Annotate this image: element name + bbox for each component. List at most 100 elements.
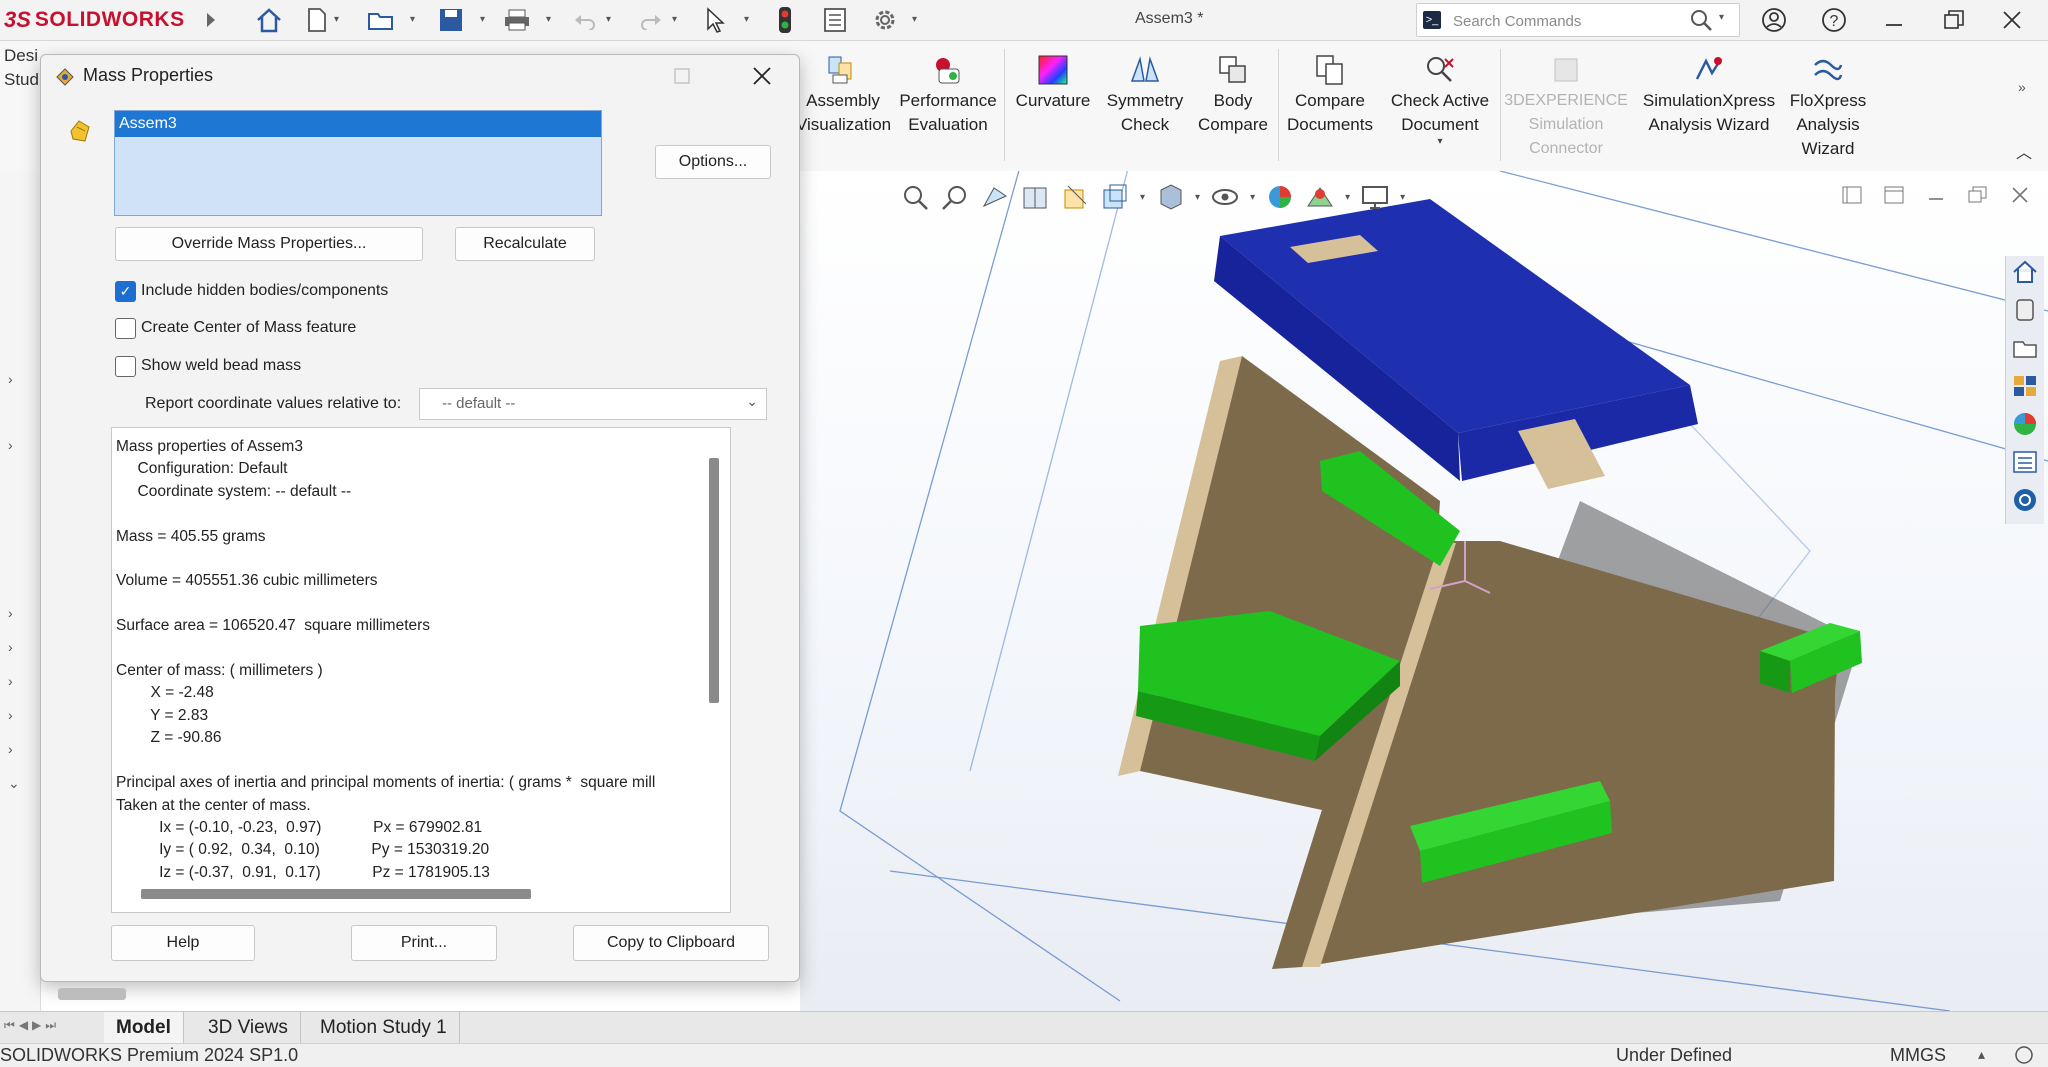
custom-properties-icon[interactable]: [2011, 448, 2039, 476]
simulation-connector-button[interactable]: 3DEXPERIENCE Simulation Connector: [1502, 53, 1630, 161]
options-button[interactable]: Options...: [655, 145, 771, 179]
view-settings-caret-icon[interactable]: ▾: [1400, 192, 1405, 203]
search-icon[interactable]: [1689, 8, 1713, 37]
selected-items-list[interactable]: Assem3: [114, 110, 602, 216]
scene-caret-icon[interactable]: ▾: [1345, 192, 1350, 203]
redo-dropdown-caret-icon[interactable]: ▾: [672, 14, 677, 25]
check-active-document-button[interactable]: Check Active Document ▾: [1382, 53, 1498, 147]
viewport-minimize-icon[interactable]: [1924, 184, 1948, 206]
open-dropdown-caret-icon[interactable]: ▾: [410, 14, 415, 25]
floxpress-button[interactable]: FloXpress Analysis Wizard: [1786, 53, 1870, 161]
create-center-of-mass-checkbox[interactable]: [115, 318, 136, 339]
help-button[interactable]: Help: [111, 925, 255, 961]
tree-expand-arrow-icon[interactable]: ›: [8, 371, 13, 387]
dialog-close-icon[interactable]: [751, 65, 773, 87]
include-hidden-checkbox[interactable]: ✓: [115, 281, 136, 302]
hide-show-caret-icon[interactable]: ▾: [1250, 192, 1255, 203]
check-dropdown-caret-icon[interactable]: ▾: [1382, 137, 1498, 147]
selected-item-assem3[interactable]: Assem3: [115, 111, 601, 137]
expand-menu-icon[interactable]: [196, 5, 226, 35]
recalculate-button[interactable]: Recalculate: [455, 227, 595, 261]
minimize-window-icon[interactable]: [1872, 4, 1916, 36]
prev-tab-arrow-icon[interactable]: ◀: [19, 1018, 28, 1033]
results-horizontal-scrollbar[interactable]: [141, 889, 531, 899]
file-explorer-icon[interactable]: [2011, 334, 2039, 362]
redo-icon[interactable]: [636, 5, 666, 35]
appearances-scenes-icon[interactable]: [2011, 410, 2039, 438]
more-commands-chevron-icon[interactable]: »: [2018, 79, 2026, 95]
compare-documents-button[interactable]: Compare Documents: [1280, 53, 1380, 137]
orientation-caret-icon[interactable]: ▾: [1140, 192, 1145, 203]
tile-horizontal-icon[interactable]: [1840, 184, 1864, 206]
open-folder-icon[interactable]: [366, 5, 396, 35]
tab-motion-study-1[interactable]: Motion Study 1: [308, 1012, 460, 1043]
section-view-icon[interactable]: [1020, 182, 1050, 212]
graphics-area[interactable]: [800, 130, 2048, 1012]
last-tab-arrow-icon[interactable]: ⏭: [45, 1018, 56, 1033]
solidworks-resources-home-icon[interactable]: [2011, 258, 2039, 286]
assembly-visualization-button[interactable]: Assembly Visualization: [790, 53, 891, 137]
restore-window-icon[interactable]: [1932, 4, 1976, 36]
new-document-icon[interactable]: [302, 5, 332, 35]
print-dropdown-caret-icon[interactable]: ▾: [546, 14, 551, 25]
symmetry-check-button[interactable]: Symmetry Check: [1100, 53, 1190, 137]
dialog-maximize-icon[interactable]: [673, 67, 691, 85]
zoom-to-fit-icon[interactable]: [900, 182, 930, 212]
file-properties-icon[interactable]: [820, 5, 850, 35]
override-mass-properties-button[interactable]: Override Mass Properties...: [115, 227, 423, 261]
new-dropdown-caret-icon[interactable]: ▾: [334, 14, 339, 25]
tree-expand-arrow-icon[interactable]: ›: [8, 437, 13, 453]
print-icon[interactable]: [502, 5, 532, 35]
mass-properties-results[interactable]: Mass properties of Assem3 Configuration:…: [111, 427, 731, 913]
units-caret-icon[interactable]: ▴: [1978, 1046, 1985, 1063]
search-commands-input[interactable]: [1451, 9, 1695, 33]
zoom-to-area-icon[interactable]: [940, 182, 970, 212]
user-account-icon[interactable]: [1752, 4, 1796, 36]
performance-evaluation-button[interactable]: Performance Evaluation: [890, 53, 1006, 137]
display-style-icon[interactable]: [1155, 182, 1185, 212]
viewport-close-icon[interactable]: [2008, 184, 2032, 206]
view-orientation-icon[interactable]: [1100, 182, 1130, 212]
coordinate-system-select[interactable]: -- default -- ⌄: [419, 388, 767, 420]
options-dropdown-caret-icon[interactable]: ▾: [912, 14, 917, 25]
undo-icon[interactable]: [570, 5, 600, 35]
show-weld-bead-mass-checkbox[interactable]: [115, 356, 136, 377]
copy-to-clipboard-button[interactable]: Copy to Clipboard: [573, 925, 769, 961]
undo-dropdown-caret-icon[interactable]: ▾: [606, 14, 611, 25]
dynamic-annotation-icon[interactable]: [1060, 182, 1090, 212]
tree-expand-arrow-icon[interactable]: ›: [8, 741, 13, 757]
collapse-ribbon-chevron-icon[interactable]: ︿: [2016, 139, 2032, 163]
results-vertical-scrollbar[interactable]: [709, 458, 719, 703]
home-icon[interactable]: [254, 5, 284, 35]
feature-tree-scrollbar[interactable]: [58, 988, 126, 1000]
options-gear-icon[interactable]: [870, 5, 900, 35]
simulationxpress-button[interactable]: SimulationXpress Analysis Wizard: [1634, 53, 1784, 137]
tree-collapse-arrow-icon[interactable]: ⌄: [8, 775, 20, 792]
edit-appearance-icon[interactable]: [1265, 182, 1295, 212]
search-dropdown-caret-icon[interactable]: ▾: [1719, 12, 1724, 23]
select-cursor-icon[interactable]: [700, 5, 730, 35]
select-dropdown-caret-icon[interactable]: ▾: [744, 14, 749, 25]
curvature-button[interactable]: Curvature: [1008, 53, 1098, 113]
tree-expand-arrow-icon[interactable]: ›: [8, 639, 13, 655]
tree-expand-arrow-icon[interactable]: ›: [8, 673, 13, 689]
solidworks-logo[interactable]: 3S SOLIDWORKS: [4, 6, 185, 34]
previous-view-icon[interactable]: [980, 182, 1010, 212]
search-commands-box[interactable]: >_ ▾: [1416, 3, 1740, 37]
tree-expand-arrow-icon[interactable]: ›: [8, 605, 13, 621]
view-settings-monitor-icon[interactable]: [1360, 182, 1390, 212]
help-icon[interactable]: ?: [1812, 4, 1856, 36]
design-library-icon[interactable]: [2011, 296, 2039, 324]
viewport-restore-icon[interactable]: [1966, 184, 1990, 206]
tab-model[interactable]: Model: [104, 1012, 184, 1043]
tab-3d-views[interactable]: 3D Views: [196, 1012, 301, 1043]
close-window-icon[interactable]: [1990, 4, 2034, 36]
unit-system-status[interactable]: MMGS: [1890, 1045, 1946, 1066]
notifications-icon[interactable]: [2012, 1045, 2036, 1065]
save-dropdown-caret-icon[interactable]: ▾: [480, 14, 485, 25]
tree-expand-arrow-icon[interactable]: ›: [8, 707, 13, 723]
rebuild-traffic-light-icon[interactable]: [770, 5, 800, 35]
save-icon[interactable]: [436, 5, 466, 35]
print-button[interactable]: Print...: [351, 925, 497, 961]
first-tab-arrow-icon[interactable]: ⏮: [4, 1018, 15, 1033]
